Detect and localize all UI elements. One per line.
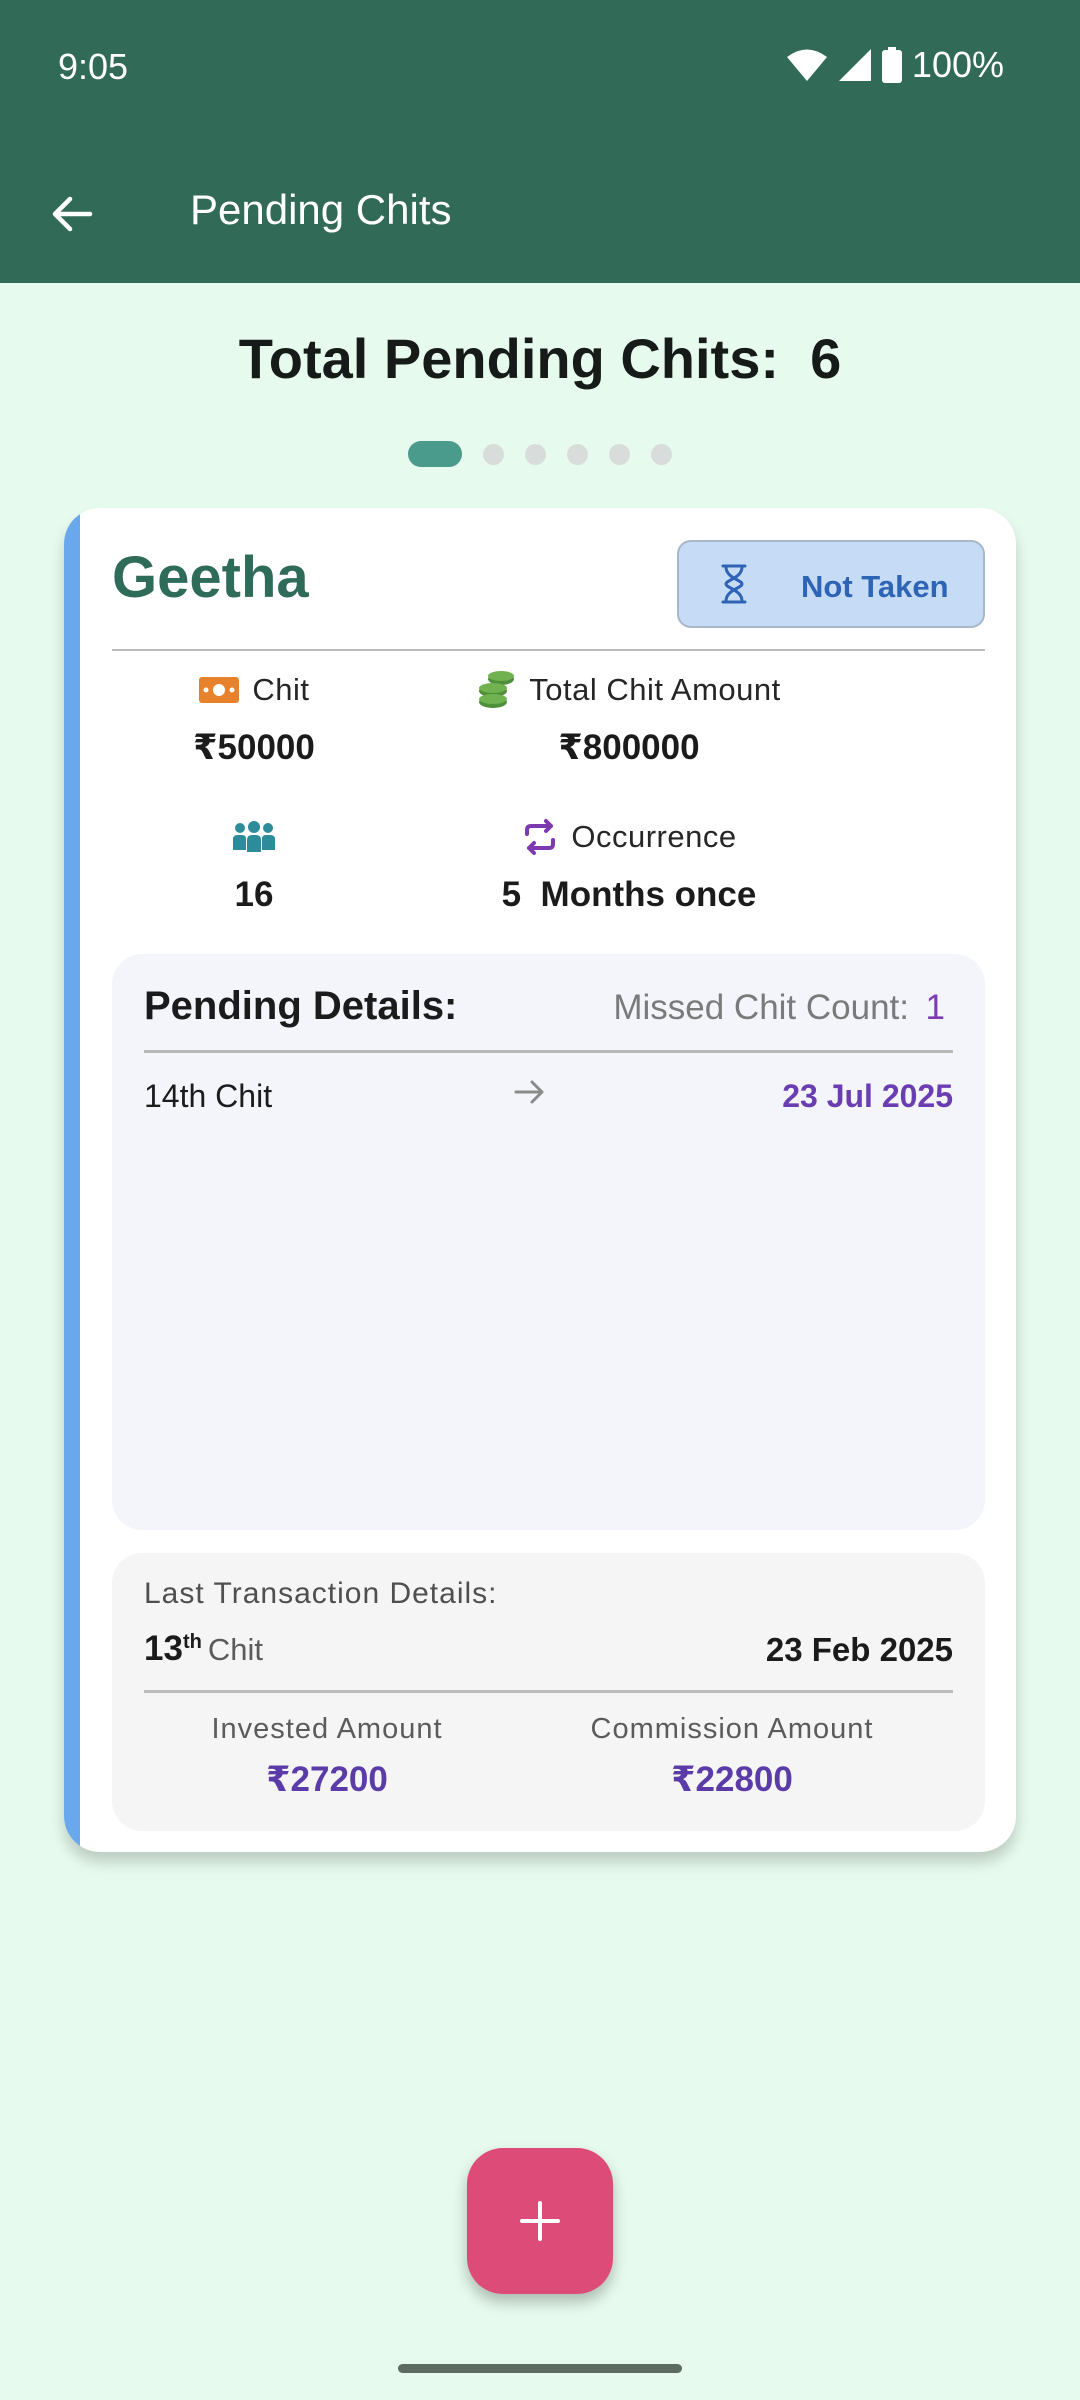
occurrence-stat: Occurrence 5 Months once [444, 815, 814, 915]
coins-icon [479, 671, 515, 708]
arrow-right-icon [514, 1080, 544, 1104]
chit-value: ₹50000 [193, 728, 315, 767]
chit-label: Chit [252, 672, 310, 707]
battery-percent: 100% [911, 44, 1004, 85]
status-bar: 9:05 100% [0, 0, 1080, 140]
page-dot[interactable] [525, 443, 546, 465]
group-people-icon [233, 821, 275, 852]
total-pending-title: Total Pending Chits: 6 [238, 327, 842, 390]
divider [144, 1690, 953, 1693]
pending-details-panel: Pending Details: Missed Chit Count: 1 14… [112, 954, 985, 1530]
divider [144, 1050, 953, 1053]
last-transaction-chit: 13th Chit [144, 1629, 263, 1669]
invested-amount-label: Invested Amount [211, 1713, 443, 1745]
hourglass-icon [721, 564, 747, 604]
last-chit-word: Chit [207, 1632, 263, 1667]
divider [112, 649, 985, 651]
back-button[interactable] [36, 178, 108, 250]
members-value: 16 [234, 875, 274, 914]
plus-icon [520, 2201, 560, 2241]
last-transaction-date: 23 Feb 2025 [765, 1631, 953, 1668]
cellular-signal-icon [838, 49, 871, 81]
commission-amount: Commission Amount ₹22800 [542, 1713, 922, 1800]
chit-amount-stat: Chit ₹50000 [134, 668, 374, 768]
add-button[interactable] [467, 2148, 613, 2294]
page-dot[interactable] [567, 443, 588, 465]
occurrence-label: Occurrence [571, 819, 737, 854]
page-dot[interactable] [651, 443, 672, 465]
last-transaction-title: Last Transaction Details: [144, 1577, 498, 1610]
status-time: 9:05 [58, 46, 129, 87]
invested-amount: Invested Amount ₹27200 [137, 1713, 517, 1800]
pending-chit-card[interactable]: Geetha Not Taken Chit ₹50000 Total Chit … [64, 508, 1016, 1852]
page-dot[interactable] [483, 443, 504, 465]
repeat-icon [525, 819, 556, 855]
wifi-icon [786, 49, 827, 81]
status-icons: 100% [786, 44, 1004, 86]
page-title: Pending Chits [190, 186, 452, 233]
total-chit-amount-value: ₹800000 [558, 728, 700, 767]
pending-details-title: Pending Details: [144, 984, 458, 1028]
card-accent-stripe [64, 508, 80, 1852]
money-bill-icon [199, 677, 240, 703]
pending-chit-number: 14th Chit [144, 1078, 273, 1114]
commission-amount-value: ₹22800 [671, 1760, 793, 1799]
battery-icon [881, 47, 902, 83]
occurrence-value: 5 Months once [501, 875, 757, 914]
invested-amount-value: ₹27200 [266, 1760, 388, 1799]
last-chit-number: 13 [144, 1629, 183, 1668]
pending-chit-date: 23 Jul 2025 [782, 1078, 953, 1114]
last-chit-suffix: th [182, 1631, 202, 1653]
missed-chit-count: 1 [925, 988, 945, 1027]
arrow-back-icon [52, 196, 93, 232]
home-indicator[interactable] [398, 2364, 682, 2373]
members-stat: 16 [134, 815, 374, 915]
page-dot-active[interactable] [408, 441, 462, 467]
member-name: Geetha [112, 545, 309, 610]
last-transaction-panel: Last Transaction Details: 13th Chit 23 Fe… [112, 1553, 985, 1831]
total-chit-amount-label: Total Chit Amount [529, 672, 781, 707]
total-chit-amount-stat: Total Chit Amount ₹800000 [444, 668, 814, 768]
commission-amount-label: Commission Amount [590, 1713, 874, 1745]
status-chip[interactable]: Not Taken [677, 540, 985, 628]
missed-chit-count-label: Missed Chit Count: [613, 988, 909, 1027]
page-indicator[interactable] [408, 441, 672, 467]
app-bar: Pending Chits [0, 140, 1080, 283]
page-dot[interactable] [609, 443, 630, 465]
status-label: Not Taken [801, 569, 949, 604]
